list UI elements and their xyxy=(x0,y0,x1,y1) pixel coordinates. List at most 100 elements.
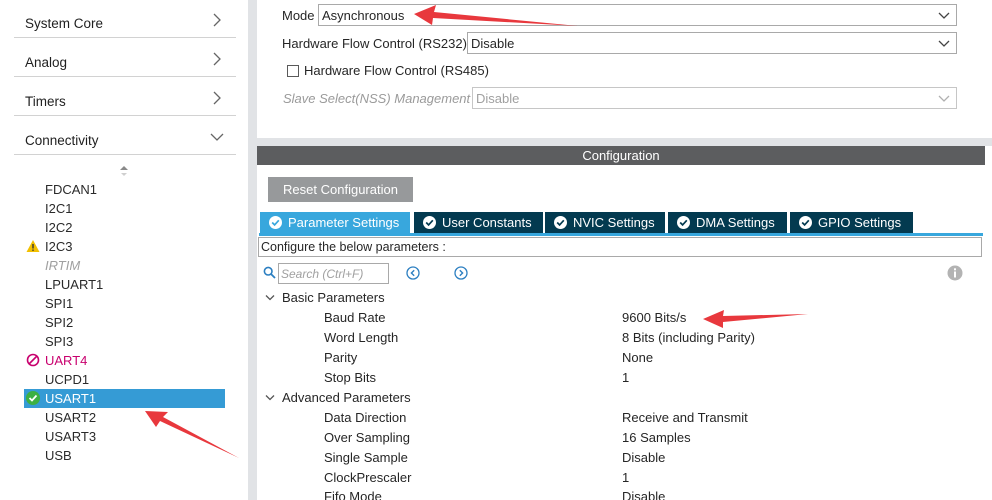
param-name: Fifo Mode xyxy=(324,489,382,500)
peripheral-item-usb[interactable]: USB xyxy=(24,446,225,465)
peripheral-item-fdcan1[interactable]: FDCAN1 xyxy=(24,180,225,199)
group-basic-parameters[interactable]: Basic Parameters xyxy=(263,290,463,308)
peripheral-label: SPI1 xyxy=(45,296,74,311)
panel-splitter[interactable] xyxy=(248,0,257,500)
category-label: Analog xyxy=(25,55,68,70)
param-value: Receive and Transmit xyxy=(622,410,748,425)
group-advanced-parameters[interactable]: Advanced Parameters xyxy=(263,390,463,408)
peripheral-item-irtim[interactable]: IRTIM xyxy=(24,256,225,275)
peripheral-label: USART2 xyxy=(45,410,97,425)
param-name: Stop Bits xyxy=(324,370,377,385)
peripheral-item-spi1[interactable]: SPI1 xyxy=(24,294,225,313)
category-panel: System Core Analog Timers Connectivity F… xyxy=(0,0,248,500)
category-timers[interactable]: Timers xyxy=(14,78,236,116)
mode-select[interactable]: Asynchronous xyxy=(318,4,957,26)
peripheral-item-lpuart1[interactable]: LPUART1 xyxy=(24,275,225,294)
warning-icon xyxy=(26,240,40,252)
nss-management-value: Disable xyxy=(476,91,520,106)
chevron-down-icon xyxy=(938,40,950,47)
peripheral-label: FDCAN1 xyxy=(45,182,98,197)
param-value: 16 Samples xyxy=(622,430,691,445)
peripheral-item-spi2[interactable]: SPI2 xyxy=(24,313,225,332)
tab-user-constants[interactable]: User Constants xyxy=(414,212,543,233)
tab-gpio-settings[interactable]: GPIO Settings xyxy=(790,212,913,233)
chevron-right-icon xyxy=(213,52,221,66)
peripheral-item-usart2[interactable]: USART2 xyxy=(24,408,225,427)
hw-flow-rs485-checkbox[interactable] xyxy=(287,65,299,77)
category-analog[interactable]: Analog xyxy=(14,39,236,77)
search-input[interactable]: Search (Ctrl+F) xyxy=(278,263,389,284)
peripheral-item-i2c3[interactable]: I2C3 xyxy=(24,237,225,256)
param-row-parity[interactable]: Parity None xyxy=(324,350,924,368)
param-value: 1 xyxy=(622,470,630,485)
param-row-single-sample[interactable]: Single Sample Disable xyxy=(324,450,924,468)
check-circle-icon xyxy=(799,216,812,229)
hw-flow-rs232-label: Hardware Flow Control (RS232) xyxy=(282,36,467,51)
category-label: Timers xyxy=(25,94,66,109)
peripheral-label: SPI3 xyxy=(45,334,74,349)
param-row-data-direction[interactable]: Data Direction Receive and Transmit xyxy=(324,410,924,428)
param-row-fifo-mode[interactable]: Fifo Mode Disable xyxy=(324,489,924,500)
param-name: Data Direction xyxy=(324,410,407,425)
param-value: None xyxy=(622,350,654,365)
peripheral-label: USART1 xyxy=(45,391,97,406)
check-circle-icon xyxy=(554,216,567,229)
category-system-core[interactable]: System Core xyxy=(14,0,236,38)
configure-banner: Configure the below parameters : xyxy=(258,237,982,257)
hw-flow-rs232-value: Disable xyxy=(471,36,515,51)
peripheral-label: UCPD1 xyxy=(45,372,90,387)
category-connectivity[interactable]: Connectivity xyxy=(14,117,236,155)
param-name: Baud Rate xyxy=(324,310,386,325)
peripheral-label: I2C3 xyxy=(45,239,73,254)
peripheral-item-spi3[interactable]: SPI3 xyxy=(24,332,225,351)
tab-label: User Constants xyxy=(442,215,532,230)
param-row-over-sampling[interactable]: Over Sampling 16 Samples xyxy=(324,430,924,448)
param-value: Disable xyxy=(622,489,666,500)
peripheral-label: USB xyxy=(45,448,72,463)
peripheral-label: LPUART1 xyxy=(45,277,104,292)
param-name: ClockPrescaler xyxy=(324,470,412,485)
hw-flow-rs485-label: Hardware Flow Control (RS485) xyxy=(304,63,489,78)
peripheral-item-i2c2[interactable]: I2C2 xyxy=(24,218,225,237)
info-icon[interactable] xyxy=(947,265,963,281)
search-icon xyxy=(263,266,276,279)
peripheral-label: I2C2 xyxy=(45,220,73,235)
check-icon xyxy=(26,391,40,405)
scroll-sort-icon[interactable] xyxy=(118,165,130,177)
peripheral-item-i2c1[interactable]: I2C1 xyxy=(24,199,225,218)
group-label: Basic Parameters xyxy=(282,290,385,305)
hw-flow-rs232-select[interactable]: Disable xyxy=(467,32,957,54)
tab-label: Parameter Settings xyxy=(288,215,400,230)
tab-parameter-settings[interactable]: Parameter Settings xyxy=(260,212,410,233)
group-label: Advanced Parameters xyxy=(282,390,411,405)
peripheral-item-usart1[interactable]: USART1 xyxy=(24,389,225,408)
search-previous-icon[interactable] xyxy=(406,266,420,280)
peripheral-item-usart3[interactable]: USART3 xyxy=(24,427,225,446)
peripheral-item-ucpd1[interactable]: UCPD1 xyxy=(24,370,225,389)
param-row-clock-prescaler[interactable]: ClockPrescaler 1 xyxy=(324,470,924,488)
peripheral-label: SPI2 xyxy=(45,315,74,330)
tab-nvic-settings[interactable]: NVIC Settings xyxy=(545,212,665,233)
param-value: Disable xyxy=(622,450,666,465)
peripheral-label: I2C1 xyxy=(45,201,73,216)
param-row-stop-bits[interactable]: Stop Bits 1 xyxy=(324,370,924,388)
reset-configuration-button[interactable]: Reset Configuration xyxy=(268,177,413,202)
param-row-baud-rate[interactable]: Baud Rate 9600 Bits/s xyxy=(324,310,924,328)
peripheral-label: USART3 xyxy=(45,429,97,444)
configuration-header: Configuration xyxy=(257,146,985,165)
tab-dma-settings[interactable]: DMA Settings xyxy=(668,212,787,233)
check-circle-icon xyxy=(269,216,282,229)
peripheral-item-uart4[interactable]: UART4 xyxy=(24,351,225,370)
panel-splitter-horizontal[interactable] xyxy=(257,138,992,146)
tab-label: NVIC Settings xyxy=(573,215,655,230)
search-next-icon[interactable] xyxy=(454,266,468,280)
mode-label: Mode xyxy=(282,8,315,23)
tab-label: GPIO Settings xyxy=(818,215,902,230)
param-name: Word Length xyxy=(324,330,399,345)
error-icon xyxy=(26,353,40,367)
nss-management-select: Disable xyxy=(472,87,957,109)
chevron-down-icon xyxy=(265,295,275,301)
param-name: Single Sample xyxy=(324,450,408,465)
chevron-right-icon xyxy=(213,13,221,27)
param-row-word-length[interactable]: Word Length 8 Bits (including Parity) xyxy=(324,330,924,348)
